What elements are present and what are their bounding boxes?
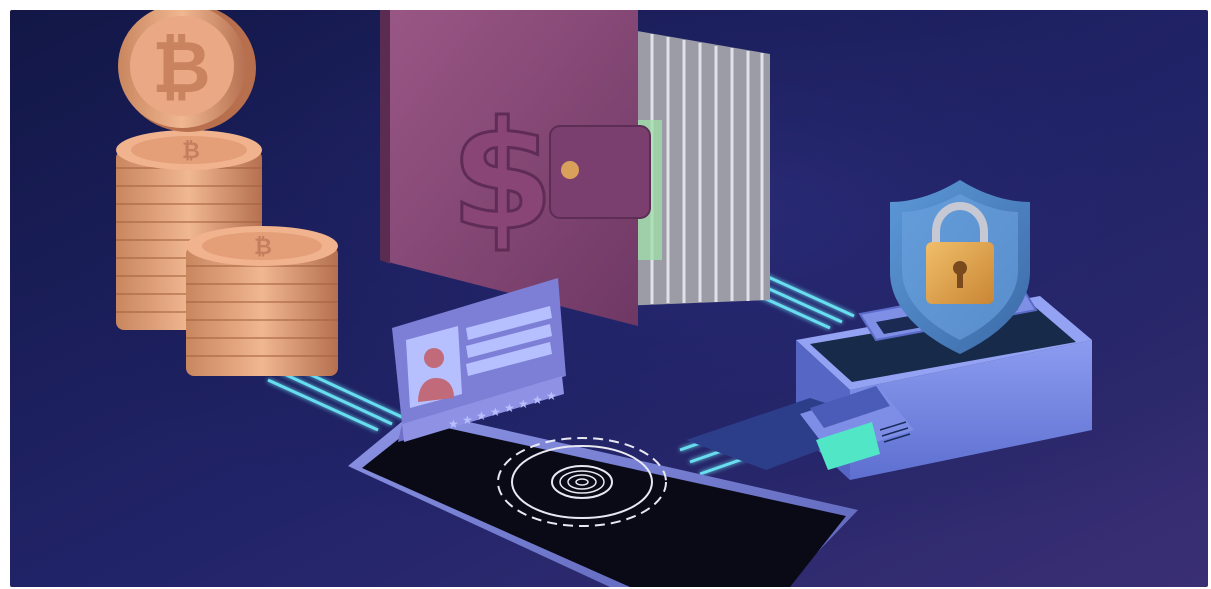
fintech-illustration: ₿ ₿ ₿ $ ★ ★ ★ ★ ★ ★ ★ ★ bbox=[10, 10, 1208, 587]
svg-text:₿: ₿ bbox=[254, 235, 272, 260]
svg-text:★: ★ bbox=[532, 393, 543, 407]
svg-text:★: ★ bbox=[490, 405, 501, 419]
svg-text:$: $ bbox=[450, 90, 554, 264]
svg-text:₿: ₿ bbox=[182, 139, 200, 164]
svg-text:★: ★ bbox=[546, 389, 557, 403]
scene-svg: ₿ ₿ ₿ $ ★ ★ ★ ★ ★ ★ ★ ★ bbox=[10, 10, 1208, 587]
coin-stack-short: ₿ bbox=[186, 226, 338, 376]
svg-text:★: ★ bbox=[448, 417, 459, 431]
svg-text:★: ★ bbox=[476, 409, 487, 423]
svg-text:₿: ₿ bbox=[152, 25, 211, 109]
svg-text:★: ★ bbox=[504, 401, 515, 415]
svg-text:★: ★ bbox=[462, 413, 473, 427]
svg-text:★: ★ bbox=[518, 397, 529, 411]
